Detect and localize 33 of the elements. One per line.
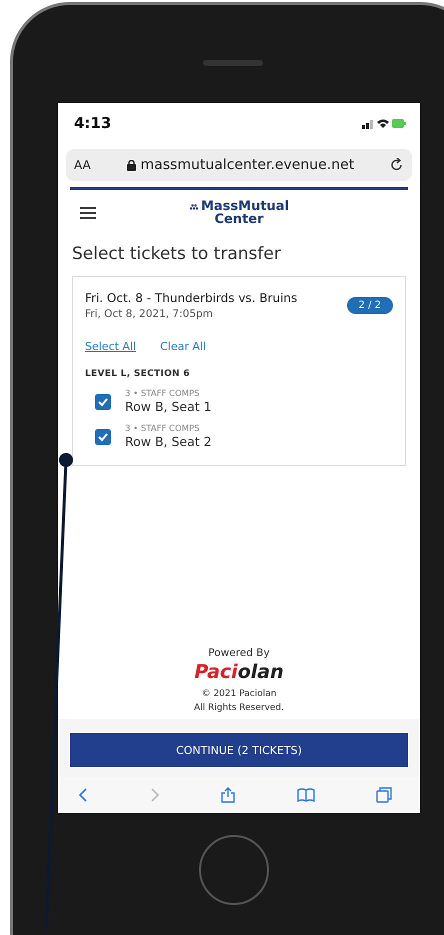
rights-text: All Rights Reserved. — [194, 702, 284, 715]
home-button[interactable] — [199, 835, 269, 905]
continue-button[interactable]: CONTINUE (2 TICKETS) — [70, 733, 408, 767]
tabs-icon[interactable] — [376, 787, 392, 803]
text-size-button[interactable]: AA — [74, 158, 91, 172]
status-icons — [362, 117, 406, 129]
status-time: 4:13 — [74, 114, 112, 132]
venue-logo: MassMutual Center — [188, 200, 290, 226]
reload-icon[interactable] — [390, 158, 404, 172]
ticket-type: 3 • STAFF COMPS — [125, 424, 201, 434]
section-label: LEVEL L, SECTION 6 — [85, 369, 191, 379]
powered-by-text: Powered By — [208, 647, 270, 659]
seat-checkbox[interactable] — [95, 394, 111, 410]
ticket-type: 3 • STAFF COMPS — [125, 389, 201, 399]
menu-icon[interactable] — [80, 207, 96, 219]
back-icon[interactable] — [78, 788, 88, 802]
copyright-text: © 2021 Paciolan — [202, 688, 276, 701]
event-title: Fri. Oct. 8 - Thunderbirds vs. Bruins — [85, 291, 298, 305]
share-icon[interactable] — [221, 787, 235, 803]
seat-label: Row B, Seat 2 — [125, 434, 212, 449]
clear-all-link[interactable]: Clear All — [160, 340, 206, 353]
ticket-count-badge: 2 / 2 — [346, 297, 393, 314]
address-bar[interactable]: AA massmutualcenter.evenue.net — [66, 149, 412, 181]
page-title: Select tickets to transfer — [72, 244, 282, 264]
url-text: massmutualcenter.evenue.net — [140, 157, 354, 173]
seat-label: Row B, Seat 1 — [125, 399, 212, 414]
book-icon[interactable] — [296, 788, 314, 802]
brand-logo: Paciolan — [194, 661, 284, 683]
seat-checkbox[interactable] — [95, 428, 111, 444]
lock-icon — [126, 160, 136, 170]
select-all-link[interactable]: Select All — [85, 340, 136, 353]
event-date: Fri, Oct 8, 2021, 7:05pm — [85, 308, 214, 320]
speaker-grille — [203, 60, 263, 66]
